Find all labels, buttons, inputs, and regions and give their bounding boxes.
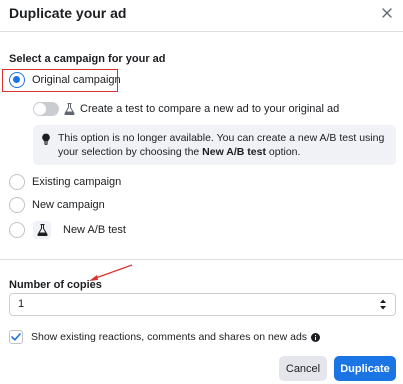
info-text-part: option.: [265, 146, 301, 158]
radio-new-campaign[interactable]: New campaign: [9, 197, 105, 213]
close-icon[interactable]: [380, 6, 394, 20]
header-divider: [0, 31, 403, 32]
cancel-button[interactable]: Cancel: [279, 356, 327, 381]
info-notice: This option is no longer available. You …: [33, 125, 396, 165]
checkmark-icon: [11, 333, 21, 341]
show-reactions-row[interactable]: Show existing reactions, comments and sh…: [9, 330, 321, 344]
flask-icon: [64, 103, 75, 115]
radio-original-campaign[interactable]: Original campaign: [9, 72, 121, 88]
campaign-section-label: Select a campaign for your ad: [9, 53, 166, 65]
radio-new-ab-test[interactable]: New A/B test: [9, 221, 126, 239]
flask-icon-box: [33, 221, 51, 239]
stepper-icon[interactable]: [379, 298, 387, 311]
radio-button[interactable]: [9, 72, 25, 88]
radio-label: Existing campaign: [32, 176, 122, 188]
lightbulb-icon: [42, 133, 50, 145]
create-test-label: Create a test to compare a new ad to you…: [80, 103, 340, 115]
radio-button[interactable]: [9, 197, 25, 213]
show-reactions-label: Show existing reactions, comments and sh…: [31, 331, 308, 343]
create-test-toggle[interactable]: [33, 102, 59, 116]
section-divider: [0, 259, 403, 260]
duplicate-ad-dialog: Duplicate your ad Select a campaign for …: [0, 0, 403, 384]
radio-label: Original campaign: [32, 74, 121, 86]
flask-icon: [36, 224, 48, 236]
copies-label: Number of copies: [9, 279, 102, 291]
create-test-toggle-row: Create a test to compare a new ad to you…: [33, 102, 339, 116]
info-text: This option is no longer available. You …: [58, 131, 393, 159]
duplicate-button[interactable]: Duplicate: [334, 356, 396, 381]
radio-button[interactable]: [9, 222, 25, 238]
radio-label: New A/B test: [63, 224, 126, 236]
info-icon[interactable]: [311, 332, 321, 342]
copies-value: 1: [18, 298, 25, 310]
radio-label: New campaign: [32, 199, 105, 211]
show-reactions-checkbox[interactable]: [9, 330, 23, 344]
dialog-title: Duplicate your ad: [9, 5, 127, 21]
info-text-bold: New A/B test: [202, 146, 266, 158]
copies-input[interactable]: 1: [9, 293, 396, 316]
radio-existing-campaign[interactable]: Existing campaign: [9, 174, 121, 190]
radio-button[interactable]: [9, 174, 25, 190]
